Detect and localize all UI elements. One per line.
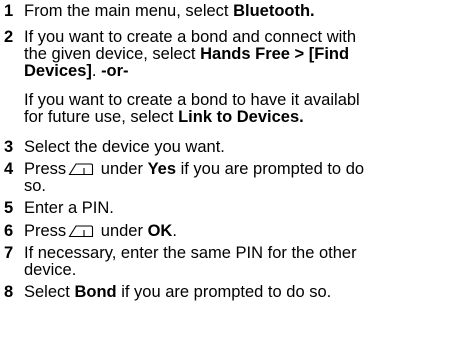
softkey-icon [68, 162, 94, 176]
step-number: 2 [4, 28, 14, 46]
step-number: 8 [4, 283, 14, 301]
step-text: Enter a PIN. [24, 199, 114, 217]
step-number: 7 [4, 244, 14, 262]
step-text: Press under Yes if you are prompted to d… [24, 160, 365, 178]
step-text: Press under OK. [24, 222, 177, 240]
step-number: 6 [4, 222, 14, 240]
step-text: for future use, select Link to Devices. [24, 108, 304, 126]
step-text: Select Bond if you are prompted to do so… [24, 283, 332, 301]
step-text: From the main menu, select Bluetooth. [24, 2, 315, 20]
step-number: 5 [4, 199, 14, 217]
instruction-steps: 1 From the main menu, select Bluetooth. … [0, 0, 461, 355]
softkey-icon [68, 224, 94, 238]
step-number: 4 [4, 160, 14, 178]
step-text: Devices]. -or- [24, 62, 129, 80]
step-number: 3 [4, 138, 14, 156]
step-number: 1 [4, 2, 14, 20]
step-text: device. [24, 261, 77, 279]
step-text: so. [24, 177, 47, 195]
step-text: Select the device you want. [24, 138, 225, 156]
